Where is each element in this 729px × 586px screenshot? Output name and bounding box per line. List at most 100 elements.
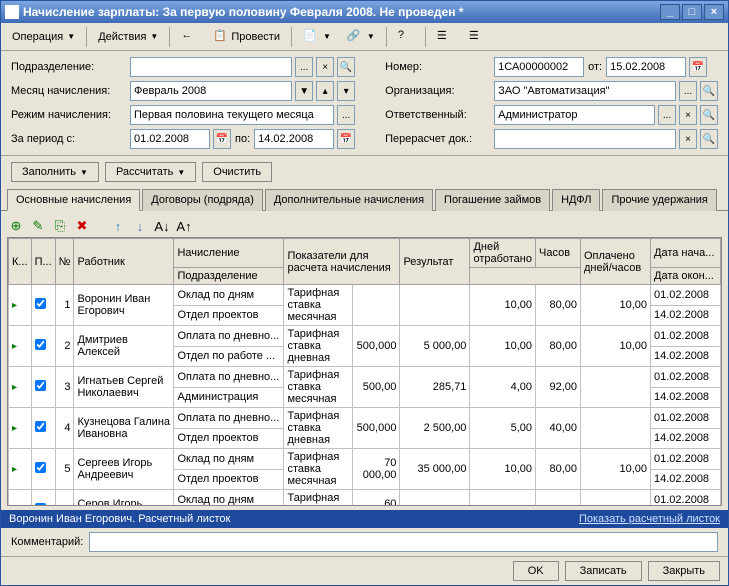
- tab-5[interactable]: Прочие удержания: [602, 189, 716, 211]
- move-down-icon[interactable]: ↓: [131, 217, 149, 235]
- col-result[interactable]: Результат: [400, 239, 470, 285]
- resp-search[interactable]: 🔍: [700, 105, 718, 125]
- row-checkbox[interactable]: [35, 298, 46, 309]
- period-label: За период с:: [11, 133, 126, 145]
- table-row[interactable]: ▸ 1 Воронин Иван Егорович Оклад по дням …: [9, 285, 721, 306]
- go-button[interactable]: 🔗▼: [340, 26, 382, 48]
- arrow-left-icon: ←: [181, 29, 197, 45]
- table-row[interactable]: ▸ 2 Дмитриев Алексей Оплата по дневно...…: [9, 326, 721, 347]
- accruals-grid[interactable]: К... П... № Работник Начисление Показате…: [8, 238, 721, 506]
- date-cal[interactable]: 📅: [689, 57, 707, 77]
- help-button[interactable]: ?: [391, 26, 421, 48]
- back-button[interactable]: ←: [174, 26, 204, 48]
- month-up[interactable]: ▴: [316, 81, 334, 101]
- mode-ellipsis[interactable]: ...: [337, 105, 355, 125]
- calc-button[interactable]: Рассчитать▼: [105, 162, 196, 182]
- row-checkbox[interactable]: [35, 503, 46, 506]
- tab-1[interactable]: Договоры (подряда): [142, 189, 263, 211]
- row-checkbox[interactable]: [35, 339, 46, 350]
- move-up-icon[interactable]: ↑: [109, 217, 127, 235]
- delete-row-icon[interactable]: ✖: [73, 217, 91, 235]
- write-button[interactable]: Записать: [565, 561, 642, 581]
- list-icon: ☰: [437, 29, 453, 45]
- table-row[interactable]: ▸ 3 Игнатьев Сергей Николаевич Оплата по…: [9, 367, 721, 388]
- col-n[interactable]: №: [55, 239, 74, 285]
- doc-button[interactable]: 📄▼: [296, 26, 338, 48]
- col-accrual[interactable]: Начисление: [174, 239, 284, 268]
- resp-clear[interactable]: ×: [679, 105, 697, 125]
- row-marker-icon: ▸: [12, 423, 17, 434]
- doc-icon: 📄: [303, 29, 319, 45]
- operation-menu[interactable]: Операция▼: [5, 28, 82, 46]
- period-to-cal[interactable]: 📅: [337, 129, 355, 149]
- period-from-cal[interactable]: 📅: [213, 129, 231, 149]
- row-marker-icon: ▸: [12, 341, 17, 352]
- actions-menu[interactable]: Действия▼: [91, 28, 165, 46]
- clear-button[interactable]: Очистить: [202, 162, 272, 182]
- post-button[interactable]: 📋Провести: [206, 26, 287, 48]
- dept-ellipsis[interactable]: ...: [295, 57, 313, 77]
- month-down[interactable]: ▾: [337, 81, 355, 101]
- dept-input[interactable]: [130, 57, 292, 77]
- row-marker-icon: ▸: [12, 464, 17, 475]
- org-ellipsis[interactable]: ...: [679, 81, 697, 101]
- dept-label: Подразделение:: [11, 61, 126, 73]
- sort-asc-icon[interactable]: A↓: [153, 217, 171, 235]
- row-checkbox[interactable]: [35, 421, 46, 432]
- row-checkbox[interactable]: [35, 462, 46, 473]
- minimize-button[interactable]: _: [660, 4, 680, 20]
- col-date-end[interactable]: Дата окон...: [651, 268, 721, 285]
- col-k[interactable]: К...: [9, 239, 32, 285]
- table-row[interactable]: ▸ 6 Серов Игорь Валентинович Оклад по дн…: [9, 490, 721, 507]
- number-input[interactable]: 1СА00000002: [494, 57, 584, 77]
- ok-button[interactable]: OK: [513, 561, 559, 581]
- resp-ellipsis[interactable]: ...: [658, 105, 676, 125]
- list1-button[interactable]: ☰: [430, 26, 460, 48]
- close-dialog-button[interactable]: Закрыть: [648, 561, 720, 581]
- org-search[interactable]: 🔍: [700, 81, 718, 101]
- sort-desc-icon[interactable]: A↑: [175, 217, 193, 235]
- recalc-search[interactable]: 🔍: [700, 129, 718, 149]
- copy-row-icon[interactable]: ⎘: [51, 217, 69, 235]
- list2-button[interactable]: ☰: [462, 26, 492, 48]
- recalc-label: Перерасчет док.:: [385, 133, 490, 145]
- col-date-start[interactable]: Дата нача...: [651, 239, 721, 268]
- col-dept[interactable]: Подразделение: [174, 268, 284, 285]
- col-days[interactable]: Дней отработано: [470, 239, 536, 268]
- tab-0[interactable]: Основные начисления: [7, 189, 140, 211]
- tab-3[interactable]: Погашение займов: [435, 189, 550, 211]
- col-indicators[interactable]: Показатели для расчета начисления: [284, 239, 400, 285]
- org-input[interactable]: ЗАО "Автоматизация": [494, 81, 676, 101]
- resp-input[interactable]: Администратор: [494, 105, 655, 125]
- tabs: Основные начисленияДоговоры (подряда)Доп…: [1, 188, 728, 211]
- month-input[interactable]: Февраль 2008: [130, 81, 292, 101]
- fill-button[interactable]: Заполнить▼: [11, 162, 99, 182]
- show-payslip-link[interactable]: Показать расчетный листок: [579, 513, 720, 525]
- tab-2[interactable]: Дополнительные начисления: [265, 189, 433, 211]
- recalc-clear[interactable]: ×: [679, 129, 697, 149]
- period-to-input[interactable]: 14.02.2008: [254, 129, 334, 149]
- col-p[interactable]: П...: [31, 239, 55, 285]
- month-dropdown[interactable]: ▼: [295, 81, 313, 101]
- close-button[interactable]: ×: [704, 4, 724, 20]
- date-input[interactable]: 15.02.2008: [606, 57, 686, 77]
- add-row-icon[interactable]: ⊕: [7, 217, 25, 235]
- table-row[interactable]: ▸ 4 Кузнецова Галина Ивановна Оплата по …: [9, 408, 721, 429]
- row-checkbox[interactable]: [35, 380, 46, 391]
- comment-input[interactable]: [89, 532, 718, 552]
- period-from-input[interactable]: 01.02.2008: [130, 129, 210, 149]
- dept-search[interactable]: 🔍: [337, 57, 355, 77]
- mode-input[interactable]: Первая половина текущего месяца: [130, 105, 334, 125]
- col-paid[interactable]: Оплачено дней/часов: [581, 239, 651, 285]
- recalc-input[interactable]: [494, 129, 676, 149]
- period-to-label: по:: [235, 133, 250, 145]
- tab-4[interactable]: НДФЛ: [552, 189, 600, 211]
- col-worker[interactable]: Работник: [74, 239, 174, 285]
- help-icon: ?: [398, 29, 414, 45]
- edit-row-icon[interactable]: ✎: [29, 217, 47, 235]
- post-icon: 📋: [213, 29, 229, 45]
- maximize-button[interactable]: □: [682, 4, 702, 20]
- dept-clear[interactable]: ×: [316, 57, 334, 77]
- col-hours[interactable]: Часов: [536, 239, 581, 268]
- table-row[interactable]: ▸ 5 Сергеев Игорь Андреевич Оклад по дня…: [9, 449, 721, 470]
